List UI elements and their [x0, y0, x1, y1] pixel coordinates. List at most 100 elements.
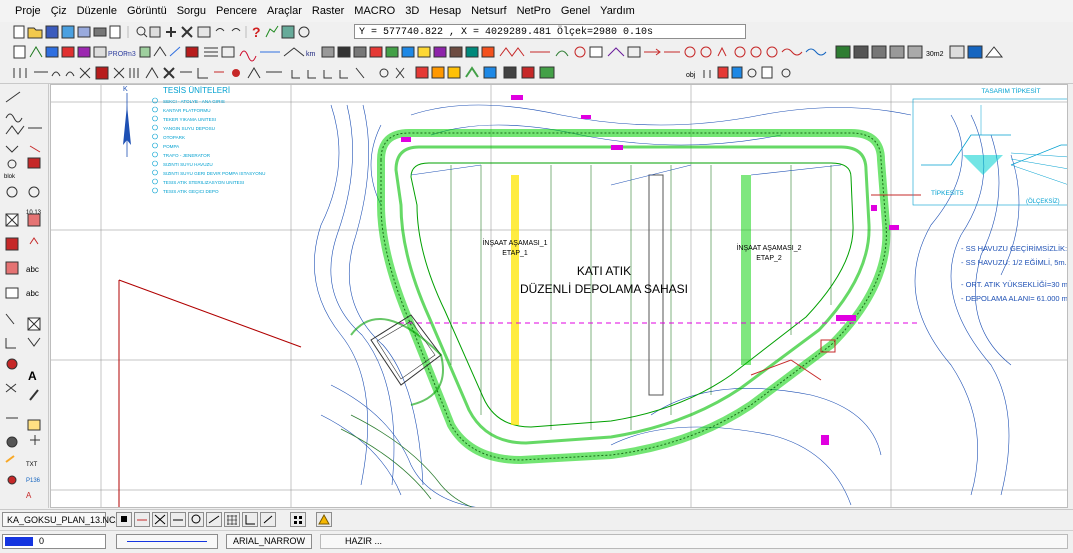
point-tool-icon[interactable] [7, 159, 17, 169]
km-icon[interactable]: km [306, 51, 316, 58]
house-icon[interactable] [984, 46, 1004, 58]
fill-icon[interactable] [45, 46, 59, 58]
menu-netsurf[interactable]: Netsurf [466, 0, 511, 22]
hatch-tool-icon[interactable] [5, 237, 19, 251]
peak-icon[interactable] [607, 47, 625, 57]
menu-yardim[interactable]: Yardım [595, 0, 640, 22]
object-icon[interactable]: obj [686, 72, 696, 79]
pencil-tool-icon[interactable] [5, 455, 15, 463]
arc-tool-icon[interactable] [28, 186, 40, 198]
pattern-icon[interactable] [503, 66, 517, 79]
search-icon[interactable] [298, 26, 310, 38]
color-blue-icon[interactable] [483, 66, 497, 79]
dim-icon[interactable] [185, 46, 199, 58]
menu-proje[interactable]: Proje [10, 0, 46, 22]
fillet-icon[interactable] [51, 71, 61, 77]
snap-near-button[interactable] [206, 512, 222, 527]
terrain-icon[interactable] [835, 45, 851, 59]
help-icon[interactable]: ? [252, 24, 261, 40]
frame-icon[interactable] [589, 46, 603, 58]
spline-tool-icon[interactable] [5, 113, 23, 123]
menu-sorgu[interactable]: Sorgu [172, 0, 211, 22]
menu-pencere[interactable]: Pencere [211, 0, 262, 22]
layer-orange-icon[interactable] [481, 46, 495, 58]
text-tool-icon[interactable]: abc [26, 265, 39, 274]
roof-icon[interactable] [283, 47, 305, 57]
hatch-lines-icon[interactable] [204, 47, 218, 57]
cross-section-icon[interactable] [353, 46, 367, 58]
hatch-icon[interactable] [61, 46, 75, 58]
list-icon[interactable] [907, 45, 923, 59]
menu-hesap[interactable]: Hesap [424, 0, 466, 22]
point-icon[interactable] [232, 69, 240, 77]
window-icon[interactable] [149, 26, 161, 38]
menu-netpro[interactable]: NetPro [512, 0, 556, 22]
circle2-icon[interactable] [684, 46, 696, 58]
layer-color-icon[interactable] [369, 46, 383, 58]
font-selector[interactable]: ARIAL_NARROW [226, 534, 312, 549]
layer-yellow-icon[interactable] [417, 46, 431, 58]
drop-tool-icon[interactable] [6, 436, 18, 448]
x-tool-icon[interactable] [5, 383, 17, 393]
polar-button[interactable] [260, 512, 276, 527]
break-icon[interactable] [113, 67, 125, 79]
ortho-button[interactable] [242, 512, 258, 527]
circle4-icon[interactable] [734, 46, 746, 58]
menu-genel[interactable]: Genel [556, 0, 595, 22]
profile-icon[interactable] [337, 46, 351, 58]
open-folder-icon[interactable] [27, 27, 43, 39]
delete-icon[interactable] [163, 67, 175, 79]
grid-icon[interactable] [281, 25, 295, 39]
point2-tool-icon[interactable] [7, 475, 17, 485]
drawing-canvas[interactable]: K TESİS ÜNİTELERİ SEKCI - ATOLYE - ANA G… [50, 84, 1068, 508]
snap-per-icon[interactable] [339, 70, 348, 79]
zoom-icon[interactable] [136, 26, 146, 36]
mirror-icon[interactable] [145, 67, 159, 79]
snap-off-icon[interactable] [395, 67, 405, 79]
prof-icon[interactable]: PROF [108, 51, 127, 58]
layer-purple-icon[interactable] [433, 46, 447, 58]
wave-icon[interactable] [781, 48, 803, 56]
print-preview-icon[interactable] [77, 26, 91, 38]
text2-tool-icon[interactable]: abc [26, 289, 39, 298]
chamfer-icon[interactable] [65, 71, 75, 77]
snap-mid-icon[interactable] [307, 70, 316, 79]
stop-button[interactable] [116, 512, 132, 527]
snap-int-button[interactable] [152, 512, 168, 527]
label-icon[interactable] [627, 46, 641, 58]
circle-tool-icon[interactable] [6, 186, 18, 198]
insert-tool-icon[interactable] [27, 157, 41, 169]
line-icon[interactable] [169, 46, 181, 57]
snap-near-icon[interactable] [355, 67, 365, 79]
table-icon[interactable] [93, 46, 107, 58]
curve-tool-icon[interactable] [5, 145, 19, 153]
undo-icon[interactable] [215, 28, 225, 32]
grid2-icon[interactable] [871, 45, 887, 59]
menu-3d[interactable]: 3D [400, 0, 424, 22]
brush-icon[interactable] [465, 66, 479, 78]
drawing-file-tab[interactable]: KA_GOKSU_PLAN_13.NCZ [2, 512, 121, 527]
roof-tool-icon[interactable] [29, 237, 39, 245]
layer-green-icon[interactable] [385, 46, 399, 58]
cad-drawing[interactable]: K TESİS ÜNİTELERİ SEKCI - ATOLYE - ANA G… [51, 85, 1068, 508]
v-tool-icon[interactable] [27, 337, 41, 347]
menu-araclar[interactable]: Araçlar [262, 0, 307, 22]
save-as-icon[interactable] [61, 25, 75, 39]
menu-duzenle[interactable]: Düzenle [72, 0, 122, 22]
menu-macro[interactable]: MACRO [349, 0, 400, 22]
attr-blue-icon[interactable] [731, 66, 743, 79]
snap-end-icon[interactable] [291, 70, 300, 79]
snap-tool-icon[interactable] [6, 358, 18, 370]
offset-tool-icon[interactable] [29, 145, 41, 153]
snap-mid-button[interactable] [170, 512, 186, 527]
attr-box-icon[interactable] [761, 66, 773, 79]
save-icon[interactable] [45, 25, 59, 39]
pattern3-icon[interactable] [539, 66, 555, 79]
section-icon[interactable] [321, 46, 335, 58]
redo-icon[interactable] [231, 28, 241, 32]
circle6-icon[interactable] [766, 46, 778, 58]
report-icon[interactable] [889, 45, 905, 59]
trim-icon[interactable] [79, 67, 91, 79]
divide-icon[interactable] [13, 68, 27, 78]
flag-icon[interactable] [967, 45, 983, 59]
